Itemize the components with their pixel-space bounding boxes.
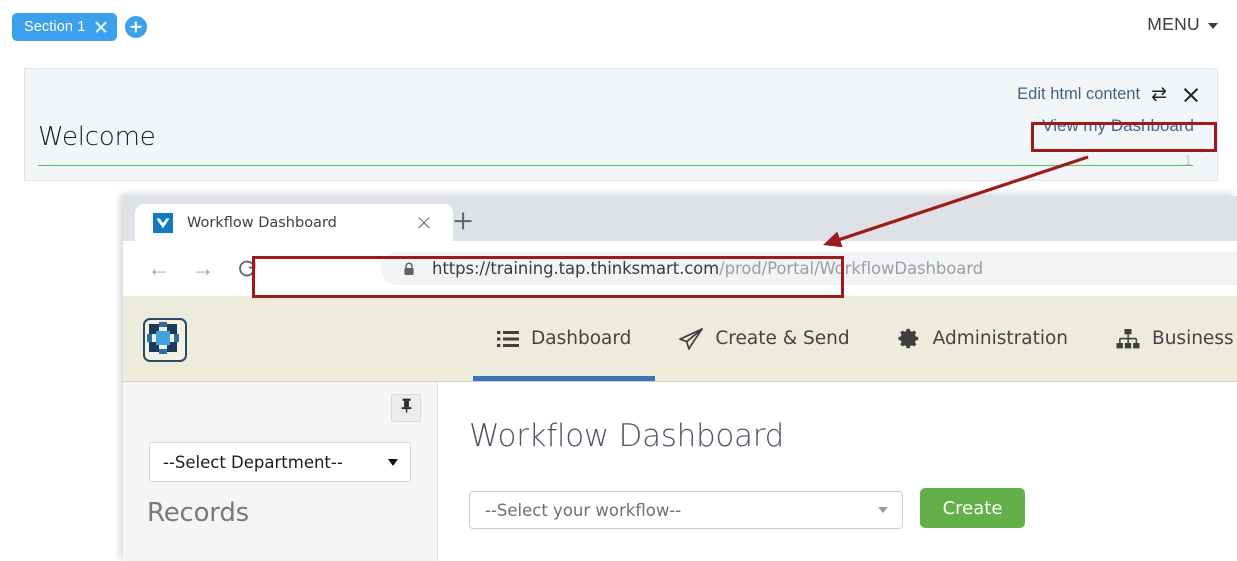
- nav-item-label: Administration: [932, 328, 1069, 349]
- view-my-dashboard-link[interactable]: View my Dashboard: [1038, 114, 1198, 138]
- section-tab[interactable]: Section 1: [12, 13, 118, 41]
- department-select-value: --Select Department--: [163, 452, 343, 472]
- swap-arrows-icon[interactable]: ⇄: [1151, 85, 1167, 104]
- url-domain: https://training.tap.thinksmart.com: [432, 259, 720, 278]
- nav-item-create-and-send[interactable]: Create & Send: [655, 296, 873, 381]
- page-top-bar: Section 1 MENU: [0, 0, 1237, 55]
- nav-item-label: Business Automation: [1152, 328, 1237, 349]
- browser-toolbar: ← → https://training.tap.thinksmart.com/…: [123, 241, 1237, 296]
- chevron-down-icon: [388, 458, 398, 466]
- browser-window: Workflow Dashboard ← → https://training.…: [123, 196, 1237, 561]
- app-navigation-bar: Dashboard Create & Send Administration B…: [123, 296, 1237, 382]
- navigation-controls: ← →: [123, 247, 269, 291]
- new-tab-button[interactable]: [453, 211, 473, 231]
- records-heading: Records: [147, 498, 249, 528]
- menu-button[interactable]: MENU: [1147, 14, 1218, 35]
- app-body: --Select Department-- Records Workflow D…: [123, 382, 1237, 561]
- browser-tab-title: Workflow Dashboard: [187, 214, 337, 231]
- gear-icon: [898, 327, 921, 350]
- edit-html-content-link[interactable]: Edit html content: [1017, 85, 1140, 104]
- sitemap-icon: [1116, 328, 1140, 350]
- pin-sidebar-button[interactable]: [391, 394, 421, 422]
- url-path: /prod/Portal/WorkflowDashboard: [719, 259, 983, 278]
- thinksmart-app-logo-icon[interactable]: [143, 318, 187, 362]
- create-button-label: Create: [942, 497, 1003, 519]
- green-divider: [38, 165, 1193, 166]
- browser-tab[interactable]: Workflow Dashboard: [135, 204, 453, 241]
- arrow-right-icon[interactable]: →: [181, 247, 225, 291]
- address-bar[interactable]: https://training.tap.thinksmart.com/prod…: [381, 252, 1237, 285]
- reload-icon[interactable]: [225, 247, 269, 291]
- arrow-left-icon[interactable]: ←: [137, 247, 181, 291]
- nav-item-dashboard[interactable]: Dashboard: [473, 296, 656, 381]
- page-title: Workflow Dashboard: [469, 418, 784, 454]
- faint-marker: 1: [1184, 152, 1193, 169]
- close-icon[interactable]: [1182, 86, 1199, 103]
- card-toolbar: Edit html content ⇄: [1017, 85, 1199, 104]
- thinksmart-logo-icon: [153, 212, 173, 233]
- address-bar-url: https://training.tap.thinksmart.com/prod…: [432, 259, 983, 278]
- close-icon[interactable]: [94, 20, 108, 34]
- paper-plane-icon: [679, 327, 704, 350]
- sidebar-panel: --Select Department-- Records: [123, 382, 438, 561]
- app-nav-items: Dashboard Create & Send Administration B…: [473, 296, 1237, 381]
- nav-item-business-automation[interactable]: Business Automation: [1092, 296, 1237, 381]
- workflow-select-value: --Select your workflow--: [485, 500, 682, 520]
- browser-tab-strip: Workflow Dashboard: [123, 196, 1237, 241]
- main-content: Workflow Dashboard --Select your workflo…: [439, 382, 1237, 561]
- menu-label: MENU: [1147, 14, 1200, 34]
- welcome-card: Edit html content ⇄ Welcome View my Dash…: [24, 68, 1218, 181]
- pin-icon: [400, 398, 413, 418]
- chevron-down-icon: [1208, 23, 1218, 29]
- list-icon: [497, 330, 519, 348]
- screenshot-root: Section 1 MENU Edit html content ⇄ Welco…: [0, 0, 1237, 561]
- workflow-select[interactable]: --Select your workflow--: [469, 491, 903, 529]
- section-tab-label: Section 1: [24, 18, 86, 35]
- nav-item-label: Dashboard: [531, 328, 632, 349]
- nav-item-administration[interactable]: Administration: [874, 296, 1092, 381]
- chevron-down-icon: [878, 507, 888, 513]
- add-section-button[interactable]: [125, 16, 147, 38]
- department-select[interactable]: --Select Department--: [149, 442, 411, 482]
- nav-item-label: Create & Send: [715, 328, 850, 349]
- close-icon[interactable]: [416, 215, 431, 230]
- welcome-heading: Welcome: [38, 122, 156, 152]
- create-button[interactable]: Create: [920, 488, 1025, 528]
- lock-icon: [403, 262, 415, 276]
